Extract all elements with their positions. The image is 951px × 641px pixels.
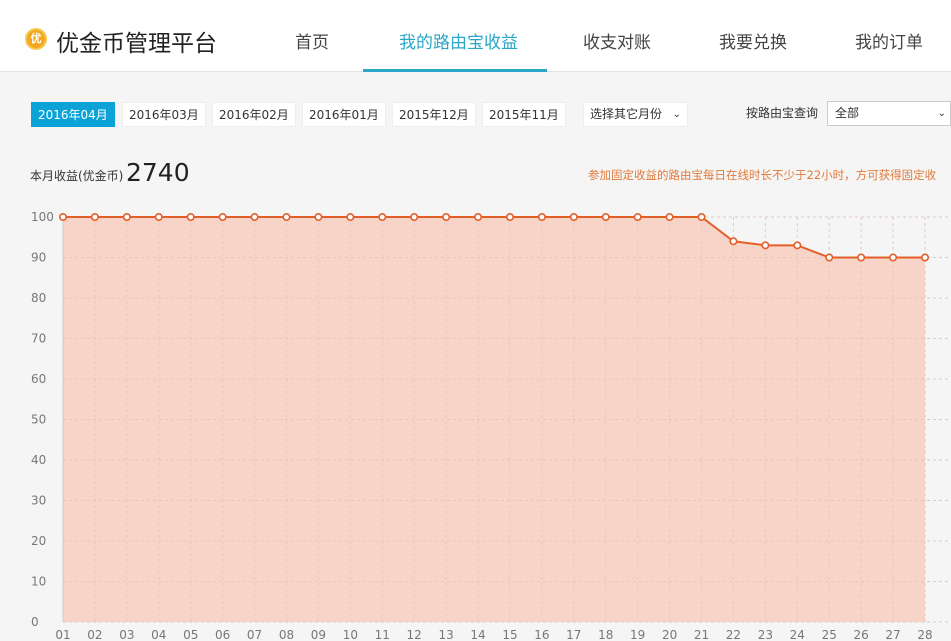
router-select-value: 全部 xyxy=(835,106,860,120)
x-tick-label: 24 xyxy=(790,628,805,641)
data-point xyxy=(186,213,195,222)
y-tick-label: 20 xyxy=(31,534,46,548)
y-tick-label: 90 xyxy=(31,251,46,265)
chevron-down-icon: ⌄ xyxy=(672,109,681,120)
x-tick-label: 05 xyxy=(183,628,198,641)
active-tab-underline xyxy=(363,69,547,72)
data-point xyxy=(857,253,866,262)
data-point xyxy=(90,213,99,222)
daily-income-chart: 0 10 20 30 40 50 60 70 80 90 100 01 02 03 04 05 06 07 08 09… xyxy=(31,210,951,641)
month-2015-12[interactable]: 2015年12月 xyxy=(392,102,476,127)
nav-exchange[interactable]: 我要兑换 xyxy=(719,28,787,53)
y-tick-label: 30 xyxy=(31,494,46,508)
data-point xyxy=(793,241,802,250)
x-tick-label: 06 xyxy=(215,628,230,641)
y-tick-label: 0 xyxy=(31,615,39,629)
nav-orders[interactable]: 我的订单 xyxy=(855,28,923,53)
monthly-income-value: 2740 xyxy=(126,158,190,187)
data-point xyxy=(729,237,738,246)
x-tick-label: 01 xyxy=(55,628,70,641)
data-point xyxy=(378,213,387,222)
coin-logo-icon: 优 xyxy=(25,28,47,50)
other-month-label: 选择其它月份 xyxy=(590,107,663,121)
x-tick-label: 20 xyxy=(662,628,677,641)
y-tick-label: 70 xyxy=(31,332,46,346)
month-2015-11[interactable]: 2015年11月 xyxy=(482,102,566,127)
data-point xyxy=(474,213,483,222)
data-point xyxy=(218,213,227,222)
x-tick-label: 21 xyxy=(694,628,709,641)
x-tick-label: 02 xyxy=(87,628,102,641)
nav-router-income[interactable]: 我的路由宝收益 xyxy=(399,28,518,53)
data-point xyxy=(825,253,834,262)
x-tick-label: 23 xyxy=(758,628,773,641)
monthly-income-label: 本月收益(优金币) xyxy=(30,169,124,183)
app-title: 优金币管理平台 xyxy=(56,31,217,57)
top-header: 优 优金币管理平台 首页 我的路由宝收益 收支对账 我要兑换 我的订单 xyxy=(0,0,951,72)
data-point xyxy=(665,213,674,222)
data-point xyxy=(569,213,578,222)
data-point xyxy=(58,213,67,222)
chevron-down-icon: ⌄ xyxy=(937,108,946,119)
x-tick-label: 25 xyxy=(822,628,837,641)
x-tick-label: 19 xyxy=(630,628,645,641)
x-tick-label: 10 xyxy=(343,628,358,641)
x-tick-label: 27 xyxy=(885,628,900,641)
y-tick-label: 100 xyxy=(31,210,54,224)
data-point xyxy=(442,213,451,222)
data-point xyxy=(601,213,610,222)
other-month-select[interactable]: 选择其它月份 ⌄ xyxy=(583,102,688,127)
data-point xyxy=(889,253,898,262)
x-tick-label: 16 xyxy=(534,628,549,641)
data-point xyxy=(154,213,163,222)
x-tick-label: 04 xyxy=(151,628,166,641)
x-tick-label: 18 xyxy=(598,628,613,641)
data-point xyxy=(346,213,355,222)
data-point xyxy=(697,213,706,222)
month-2016-04[interactable]: 2016年04月 xyxy=(31,102,115,127)
x-tick-label: 26 xyxy=(854,628,869,641)
data-point xyxy=(314,213,323,222)
router-select[interactable]: 全部 ⌄ xyxy=(827,101,951,126)
x-tick-label: 13 xyxy=(438,628,453,641)
data-point xyxy=(920,253,929,262)
x-tick-label: 15 xyxy=(502,628,517,641)
y-tick-label: 60 xyxy=(31,372,46,386)
data-point xyxy=(633,213,642,222)
nav-home[interactable]: 首页 xyxy=(295,28,329,53)
data-point xyxy=(282,213,291,222)
data-point xyxy=(410,213,419,222)
nav-reconciliation[interactable]: 收支对账 xyxy=(583,28,651,53)
y-tick-label: 40 xyxy=(31,453,46,467)
x-tick-label: 08 xyxy=(279,628,294,641)
x-tick-label: 17 xyxy=(566,628,581,641)
y-tick-label: 80 xyxy=(31,291,46,305)
y-tick-label: 50 xyxy=(31,413,46,427)
data-point xyxy=(761,241,770,250)
x-tick-label: 11 xyxy=(375,628,390,641)
x-tick-label: 14 xyxy=(470,628,485,641)
data-point xyxy=(250,213,259,222)
x-tick-label: 09 xyxy=(311,628,326,641)
x-tick-label: 22 xyxy=(726,628,741,641)
month-2016-03[interactable]: 2016年03月 xyxy=(122,102,206,127)
x-tick-label: 12 xyxy=(407,628,422,641)
data-point xyxy=(537,213,546,222)
router-filter-label: 按路由宝查询 xyxy=(746,106,819,120)
data-point xyxy=(505,213,514,222)
online-time-notice: 参加固定收益的路由宝每日在线时长不少于22小时，方可获得固定收 xyxy=(588,168,937,182)
y-tick-label: 10 xyxy=(31,575,46,589)
x-tick-label: 28 xyxy=(917,628,932,641)
month-2016-01[interactable]: 2016年01月 xyxy=(302,102,386,127)
x-tick-label: 03 xyxy=(119,628,134,641)
data-point xyxy=(122,213,131,222)
x-tick-label: 07 xyxy=(247,628,262,641)
month-2016-02[interactable]: 2016年02月 xyxy=(212,102,296,127)
